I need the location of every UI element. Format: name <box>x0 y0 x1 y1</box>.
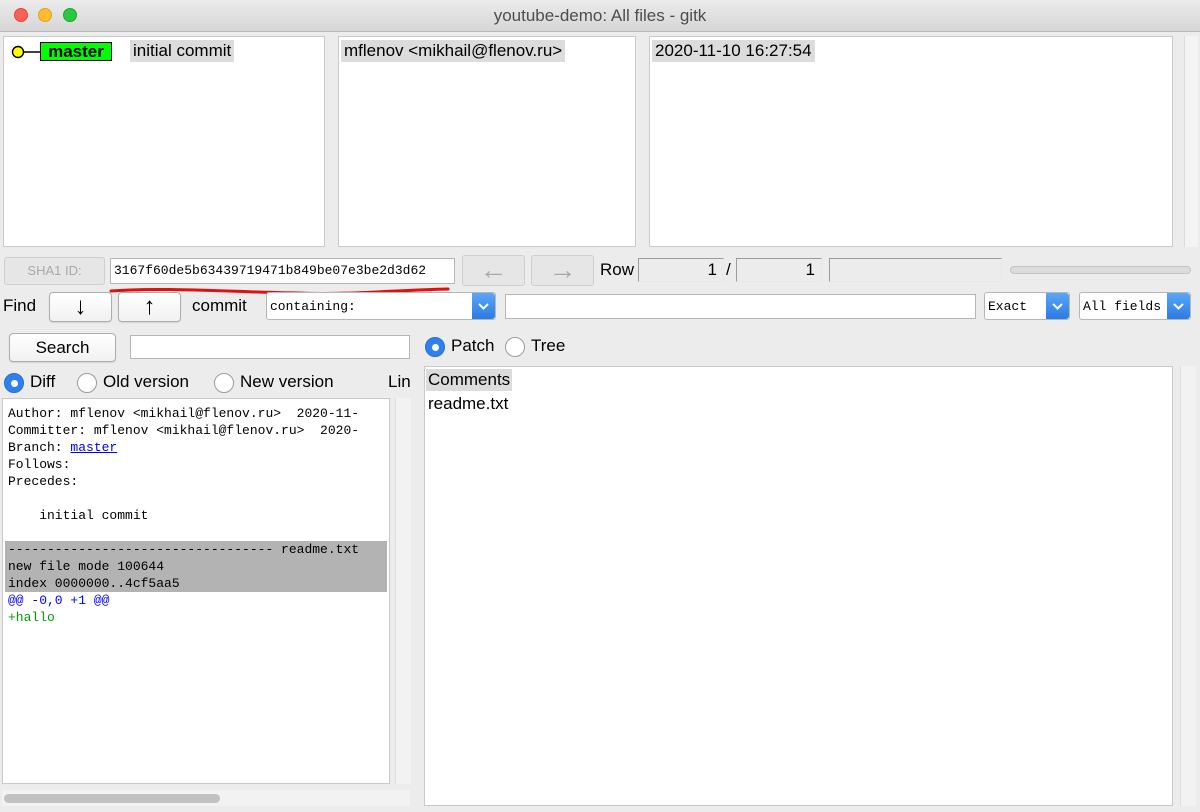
row-label: Row <box>600 260 635 279</box>
arrow-down-icon: ↓ <box>74 293 87 320</box>
find-fields-select[interactable]: All fields <box>1079 292 1191 320</box>
commit-author-pane[interactable]: mflenov <mikhail@flenov.ru> <box>338 36 636 247</box>
commit-message-text: initial commit <box>133 41 232 60</box>
tree-radio[interactable] <box>505 337 525 357</box>
commit-list-scrollbar[interactable] <box>1184 36 1198 247</box>
new-version-label: New version <box>240 372 334 391</box>
new-version-radio[interactable] <box>214 373 234 393</box>
commit-row-author[interactable]: mflenov <mikhail@flenov.ru> <box>341 40 566 62</box>
arrow-right-icon: → <box>548 254 577 285</box>
sha1-id-button[interactable]: SHA1 ID: <box>4 257 105 285</box>
row-total-field: 1 <box>736 258 822 282</box>
find-type-select[interactable]: containing: <box>266 292 496 320</box>
patch-label: Patch <box>451 336 495 355</box>
progress-bar <box>1010 266 1191 274</box>
file-list-pane[interactable]: Comments readme.txt <box>424 366 1173 806</box>
file-item-readme[interactable]: readme.txt <box>426 393 510 415</box>
branch-tag-master[interactable]: master <box>40 42 112 61</box>
commit-message-pane[interactable]: master initial commit <box>3 36 325 247</box>
arrow-up-icon: ↑ <box>143 293 156 320</box>
diff-hunk-line: @@ -0,0 +1 @@ <box>8 593 110 608</box>
commit-date-text: 2020-11-10 16:27:54 <box>655 41 812 60</box>
find-match-select[interactable]: Exact <box>984 292 1070 320</box>
status-field <box>829 258 1002 282</box>
find-commit-label: commit <box>192 296 247 315</box>
gitk-window: youtube-demo: All files - gitk master in… <box>0 0 1200 812</box>
find-fields-value: All fields <box>1083 299 1162 314</box>
detail-follows-line: Follows: <box>8 457 71 472</box>
diff-file-separator-line: ---------------------------------- readm… <box>8 542 360 557</box>
branch-link-master[interactable]: master <box>70 440 117 455</box>
find-label: Find <box>3 296 37 315</box>
search-input[interactable] <box>130 335 410 359</box>
forward-button[interactable]: → <box>531 255 594 286</box>
diff-horizontal-scrollbar[interactable] <box>2 790 410 806</box>
old-version-label: Old version <box>103 372 189 391</box>
chevron-down-icon <box>1046 293 1069 319</box>
row-separator: / <box>726 260 731 279</box>
sha1-id-field[interactable]: 3167f60de5b63439719471b849be07e3be2d3d62 <box>110 258 455 284</box>
patch-radio[interactable] <box>425 337 445 357</box>
detail-committer-line: Committer: mflenov <mikhail@flenov.ru> 2… <box>8 423 360 438</box>
commit-row-date[interactable]: 2020-11-10 16:27:54 <box>652 40 815 62</box>
diff-detail-pane[interactable]: Author: mflenov <mikhail@flenov.ru> 2020… <box>2 398 390 784</box>
file-item-comments[interactable]: Comments <box>426 369 513 391</box>
detail-message-line: initial commit <box>8 508 149 523</box>
tree-label: Tree <box>531 336 566 355</box>
diff-index-line: index 0000000..4cf5aa5 <box>8 576 180 591</box>
diff-vertical-scrollbar[interactable] <box>395 398 411 784</box>
back-button[interactable]: ← <box>462 255 525 286</box>
commit-date-pane[interactable]: 2020-11-10 16:27:54 <box>649 36 1173 247</box>
find-query-input[interactable] <box>505 294 976 319</box>
diff-label: Diff <box>30 372 56 391</box>
window-title: youtube-demo: All files - gitk <box>493 6 707 25</box>
detail-branch-line: Branch: master <box>8 439 117 456</box>
commit-author-text: mflenov <mikhail@flenov.ru> <box>344 41 563 60</box>
detail-branch-prefix: Branch: <box>8 440 71 455</box>
find-match-value: Exact <box>988 299 1028 314</box>
find-prev-button[interactable]: ↑ <box>118 292 181 322</box>
title-bar: youtube-demo: All files - gitk <box>0 0 1200 32</box>
file-list-scrollbar[interactable] <box>1180 366 1196 806</box>
detail-author-line: Author: mflenov <mikhail@flenov.ru> 2020… <box>8 406 360 421</box>
arrow-left-icon: ← <box>479 254 508 285</box>
old-version-radio[interactable] <box>77 373 97 393</box>
chevron-down-icon <box>472 293 495 319</box>
detail-precedes-line: Precedes: <box>8 474 79 489</box>
find-next-button[interactable]: ↓ <box>49 292 112 322</box>
find-type-value: containing: <box>270 299 356 314</box>
search-button[interactable]: Search <box>9 333 116 362</box>
commit-graph-node-icon <box>11 45 44 59</box>
diff-added-line: +hallo <box>8 610 55 625</box>
row-current-field: 1 <box>638 258 724 282</box>
diff-horizontal-scrollbar-thumb[interactable] <box>4 794 220 803</box>
diff-mode-line: new file mode 100644 <box>8 559 165 574</box>
commit-row-message[interactable]: initial commit <box>130 40 235 62</box>
chevron-down-icon <box>1167 293 1190 319</box>
lines-label: Lin <box>388 372 411 391</box>
diff-radio[interactable] <box>4 373 24 393</box>
